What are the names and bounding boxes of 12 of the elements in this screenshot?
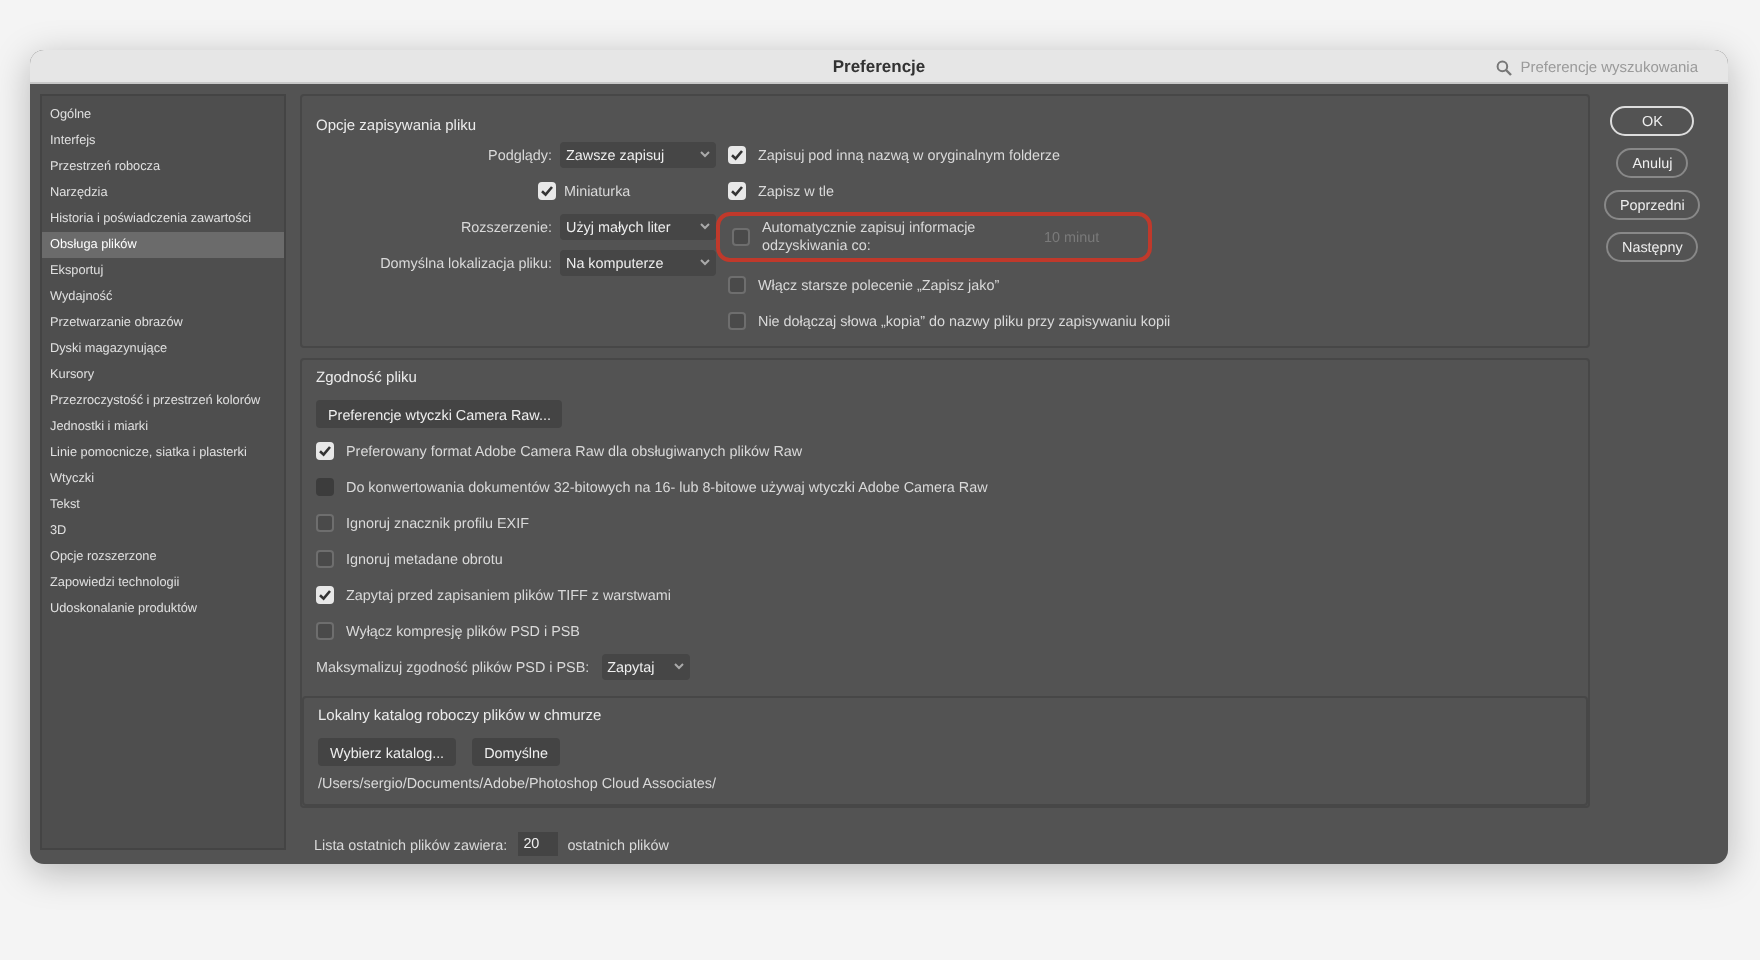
search-icon — [1496, 59, 1513, 75]
caret-icon — [700, 258, 710, 266]
window-title: Preferencje — [832, 56, 926, 76]
checkbox[interactable] — [316, 621, 334, 640]
checkbox[interactable] — [732, 228, 750, 247]
checkbox[interactable] — [728, 275, 746, 294]
caret-icon — [700, 150, 710, 158]
caret-icon — [700, 222, 710, 230]
checkbox[interactable] — [316, 513, 334, 532]
checkbox[interactable] — [316, 549, 334, 568]
checkbox[interactable] — [728, 311, 746, 330]
caret-icon — [673, 662, 684, 671]
